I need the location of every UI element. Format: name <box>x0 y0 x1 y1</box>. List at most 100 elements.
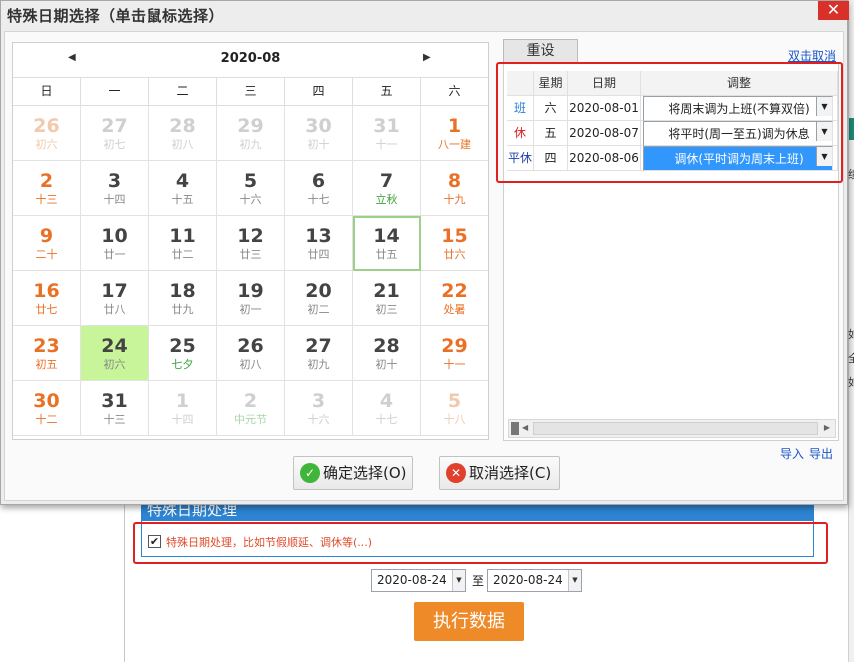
chevron-down-icon[interactable]: ▼ <box>452 570 465 591</box>
reset-tab[interactable]: 重设 <box>503 39 578 63</box>
calendar-day-cell[interactable]: 5 十六 <box>217 161 285 216</box>
calendar-day-cell[interactable]: 29 初九 <box>217 106 285 161</box>
calendar-day-cell[interactable]: 26 初八 <box>217 326 285 381</box>
calendar-day-cell[interactable]: 30 十二 <box>13 381 81 436</box>
export-link[interactable]: 导出 <box>809 445 833 462</box>
weekday-label: 六 <box>420 78 488 105</box>
cancel-button[interactable]: ✕ 取消选择(C) <box>439 456 560 490</box>
calendar-day-cell[interactable]: 8 十九 <box>421 161 488 216</box>
lunar-label: 廿三 <box>239 248 262 261</box>
calendar-day-cell[interactable]: 3 十四 <box>81 161 149 216</box>
confirm-button[interactable]: ✓ 确定选择(O) <box>293 456 413 490</box>
scrollbar-thumb[interactable] <box>511 422 519 435</box>
right-edge-accent <box>849 118 854 140</box>
close-button[interactable]: ✕ <box>818 1 849 20</box>
calendar-day-cell[interactable]: 3 十六 <box>285 381 353 436</box>
start-date-input[interactable]: 2020-08-24 ▼ <box>371 569 466 592</box>
calendar-day-cell[interactable]: 18 廿九 <box>149 271 217 326</box>
scroll-right-icon[interactable]: ▶ <box>824 423 830 432</box>
calendar-day-cell[interactable]: 22 处暑 <box>421 271 488 326</box>
lunar-label: 初八 <box>171 138 194 151</box>
day-number: 29 <box>441 335 468 357</box>
day-number: 22 <box>441 280 468 302</box>
calendar-day-cell[interactable]: 2 十三 <box>13 161 81 216</box>
calendar-day-cell[interactable]: 29 十一 <box>421 326 488 381</box>
calendar-day-cell[interactable]: 12 廿三 <box>217 216 285 271</box>
scrollbar-track[interactable] <box>533 422 818 435</box>
calendar-day-cell[interactable]: 30 初十 <box>285 106 353 161</box>
lunar-label: 初九 <box>307 358 330 371</box>
calendar-day-cell[interactable]: 1 八一建 <box>421 106 488 161</box>
end-date-input[interactable]: 2020-08-24 ▼ <box>487 569 582 592</box>
calendar-day-cell[interactable]: 16 廿七 <box>13 271 81 326</box>
day-number: 2 <box>39 170 54 192</box>
day-number: 18 <box>169 280 196 302</box>
calendar-day-cell[interactable]: 27 初九 <box>285 326 353 381</box>
highlight-box-bottom <box>133 522 828 564</box>
dialog-title: 特殊日期选择（单击鼠标选择） <box>7 7 225 25</box>
execute-data-button[interactable]: 执行数据 <box>414 602 524 641</box>
scroll-left-icon[interactable]: ◀ <box>522 423 528 432</box>
calendar-day-cell[interactable]: 24 初六 <box>81 326 149 381</box>
calendar: ◀ 2020-08 ▶ 日 一 二 三 四 五 六 26 初六 27 初七 28 初八 29… <box>12 42 489 440</box>
day-number: 15 <box>441 225 468 247</box>
day-number: 17 <box>101 280 128 302</box>
lunar-label: 八一建 <box>438 138 471 151</box>
calendar-day-cell[interactable]: 21 初三 <box>353 271 421 326</box>
calendar-day-cell[interactable]: 1 十四 <box>149 381 217 436</box>
special-date-dialog: 特殊日期选择（单击鼠标选择） ✕ ◀ 2020-08 ▶ 日 一 二 三 四 五… <box>0 0 849 505</box>
cancel-button-label: 取消选择(C) <box>469 464 552 482</box>
calendar-day-cell[interactable]: 5 十八 <box>421 381 488 436</box>
day-number: 9 <box>39 225 54 247</box>
calendar-day-cell[interactable]: 31 十三 <box>81 381 149 436</box>
chevron-down-icon[interactable]: ▼ <box>568 570 581 591</box>
lunar-label: 十三 <box>35 193 58 206</box>
weekday-label: 五 <box>352 78 420 105</box>
calendar-day-cell[interactable]: 2 中元节 <box>217 381 285 436</box>
next-month-icon[interactable]: ▶ <box>423 52 431 63</box>
day-number: 28 <box>169 115 196 137</box>
calendar-day-cell[interactable]: 17 廿八 <box>81 271 149 326</box>
calendar-day-cell[interactable]: 11 廿二 <box>149 216 217 271</box>
day-number: 19 <box>237 280 264 302</box>
lunar-label: 十一 <box>443 358 466 371</box>
lunar-label: 处暑 <box>443 303 466 316</box>
lunar-label: 十一 <box>375 138 398 151</box>
calendar-day-cell[interactable]: 26 初六 <box>13 106 81 161</box>
calendar-day-cell[interactable]: 15 廿六 <box>421 216 488 271</box>
lunar-label: 十九 <box>443 193 466 206</box>
calendar-day-cell[interactable]: 10 廿一 <box>81 216 149 271</box>
calendar-day-cell[interactable]: 28 初十 <box>353 326 421 381</box>
calendar-day-cell[interactable]: 14 廿五 <box>353 216 421 271</box>
day-number: 28 <box>373 335 400 357</box>
calendar-day-cell[interactable]: 7 立秋 <box>353 161 421 216</box>
lunar-label: 初三 <box>375 303 398 316</box>
calendar-day-cell[interactable]: 9 二十 <box>13 216 81 271</box>
lunar-label: 十五 <box>171 193 194 206</box>
lunar-label: 初六 <box>103 358 126 371</box>
calendar-day-cell[interactable]: 23 初五 <box>13 326 81 381</box>
calendar-day-cell[interactable]: 31 十一 <box>353 106 421 161</box>
calendar-day-cell[interactable]: 4 十五 <box>149 161 217 216</box>
calendar-day-cell[interactable]: 20 初二 <box>285 271 353 326</box>
left-panel-divider <box>124 500 125 662</box>
lunar-label: 初八 <box>239 358 262 371</box>
weekday-label: 四 <box>284 78 352 105</box>
day-number: 23 <box>33 335 60 357</box>
horizontal-scrollbar[interactable]: ◀ ▶ <box>508 419 836 438</box>
day-number: 14 <box>373 225 400 247</box>
calendar-day-cell[interactable]: 6 十七 <box>285 161 353 216</box>
import-link[interactable]: 导入 <box>780 445 804 462</box>
calendar-day-cell[interactable]: 4 十七 <box>353 381 421 436</box>
lunar-label: 十七 <box>307 193 330 206</box>
lunar-label: 立秋 <box>375 193 398 206</box>
calendar-day-cell[interactable]: 19 初一 <box>217 271 285 326</box>
lunar-label: 十七 <box>375 413 398 426</box>
calendar-day-cell[interactable]: 28 初八 <box>149 106 217 161</box>
calendar-day-cell[interactable]: 13 廿四 <box>285 216 353 271</box>
lunar-label: 十八 <box>443 413 466 426</box>
calendar-day-cell[interactable]: 27 初七 <box>81 106 149 161</box>
day-number: 1 <box>175 390 190 412</box>
close-icon: ✕ <box>446 463 466 483</box>
calendar-day-cell[interactable]: 25 七夕 <box>149 326 217 381</box>
